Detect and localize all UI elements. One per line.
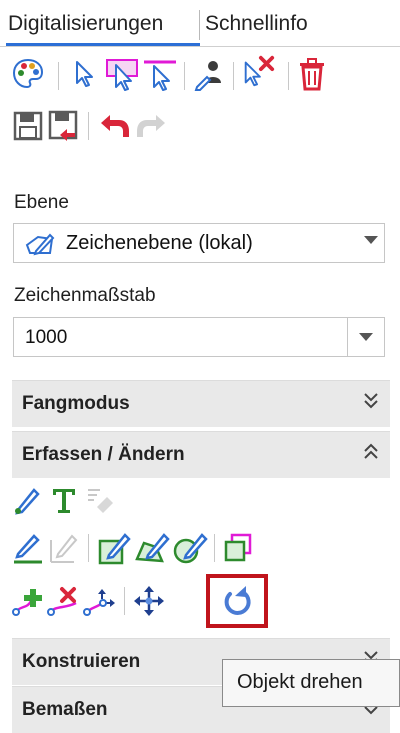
scale-combobox[interactable]: 1000 — [13, 317, 385, 357]
rotate-object-highlight — [206, 574, 268, 628]
chevron-down-icon — [359, 333, 373, 341]
add-vertex-icon — [12, 589, 42, 616]
save-as-button[interactable] — [46, 108, 82, 144]
section-erfassen-aendern[interactable]: Erfassen / Ändern — [12, 431, 390, 478]
section-fangmodus[interactable]: Fangmodus — [12, 380, 390, 427]
toolbar-separator — [88, 112, 89, 140]
layer-edit-icon — [25, 233, 55, 256]
toolbar-separator — [124, 587, 125, 615]
scale-label: Zeichenmaßstab — [14, 285, 156, 306]
draw-polyline-icon — [50, 534, 78, 563]
move-vertex-button[interactable] — [82, 583, 118, 619]
draw-line-button[interactable] — [10, 530, 46, 566]
pencil-button[interactable] — [10, 482, 46, 518]
edit-shape-button[interactable] — [134, 530, 170, 566]
redo-button[interactable] — [134, 108, 170, 144]
deselect-button[interactable] — [240, 54, 276, 90]
palette-icon — [12, 58, 44, 89]
move-vertex-icon — [83, 589, 115, 616]
section-title: Erfassen / Ändern — [22, 444, 185, 465]
palette-button[interactable] — [10, 56, 46, 92]
edit-circle-button[interactable] — [172, 530, 208, 566]
toolbar-separator — [184, 62, 185, 90]
eraser-icon — [88, 489, 113, 513]
double-chevron-down-icon — [364, 393, 378, 409]
section-title: Bemaßen — [22, 699, 108, 720]
edit-area-button[interactable] — [96, 530, 132, 566]
select-line-button[interactable] — [142, 56, 178, 92]
move-object-button[interactable] — [131, 583, 167, 619]
add-vertex-button[interactable] — [10, 583, 46, 619]
section-title: Konstruieren — [22, 651, 141, 672]
active-tab-indicator — [6, 43, 200, 46]
toolbar-separator — [288, 62, 289, 90]
layer-select[interactable]: Zeichenebene (lokal) — [13, 223, 385, 263]
undo-icon — [101, 115, 129, 137]
delete-button[interactable] — [294, 56, 330, 92]
save-button[interactable] — [10, 108, 46, 144]
select-rectangle-button[interactable] — [104, 56, 140, 92]
remove-vertex-button[interactable] — [46, 583, 82, 619]
select-line-icon — [144, 60, 176, 91]
text-icon — [53, 489, 75, 513]
redo-icon — [137, 115, 165, 137]
person-edit-icon — [194, 61, 221, 91]
select-pointer-icon — [76, 61, 93, 87]
edit-area-icon — [98, 533, 131, 565]
draw-line-icon — [14, 534, 42, 564]
deselect-icon — [244, 55, 275, 87]
scale-dropdown-button[interactable] — [347, 318, 384, 356]
tab-schnellinfo[interactable]: Schnellinfo — [205, 12, 308, 36]
user-edit-button[interactable] — [192, 56, 228, 92]
select-rectangle-icon — [106, 59, 138, 91]
undo-button[interactable] — [96, 108, 132, 144]
copy-object-icon — [224, 533, 252, 562]
remove-vertex-icon — [47, 587, 77, 616]
tooltip-text: Objekt drehen — [237, 671, 363, 693]
toolbar-separator — [88, 534, 89, 562]
edit-shape-icon — [135, 533, 170, 563]
section-title: Fangmodus — [22, 393, 130, 414]
tab-bar: Digitalisierungen Schnellinfo — [0, 0, 400, 47]
scale-value: 1000 — [25, 327, 68, 348]
chevron-down-icon — [364, 236, 378, 244]
draw-polyline-button[interactable] — [46, 530, 82, 566]
tooltip: Objekt drehen — [222, 659, 400, 707]
layer-label: Ebene — [14, 192, 69, 213]
pencil-icon — [15, 488, 40, 515]
text-button[interactable] — [46, 482, 82, 518]
toolbar-separator — [58, 62, 59, 90]
layer-value: Zeichenebene (lokal) — [66, 232, 253, 254]
tab-digitalisierungen[interactable]: Digitalisierungen — [8, 12, 163, 36]
toolbar-separator — [233, 62, 234, 90]
select-button[interactable] — [68, 56, 104, 92]
delete-icon — [300, 58, 324, 91]
save-as-icon — [48, 110, 78, 141]
move-object-icon — [134, 586, 164, 616]
eraser-button[interactable] — [82, 482, 118, 518]
copy-object-button[interactable] — [220, 530, 256, 566]
tab-divider — [199, 10, 200, 40]
toolbar-separator — [214, 534, 215, 562]
double-chevron-up-icon — [364, 443, 378, 459]
edit-circle-icon — [173, 533, 208, 564]
save-icon — [13, 111, 43, 141]
